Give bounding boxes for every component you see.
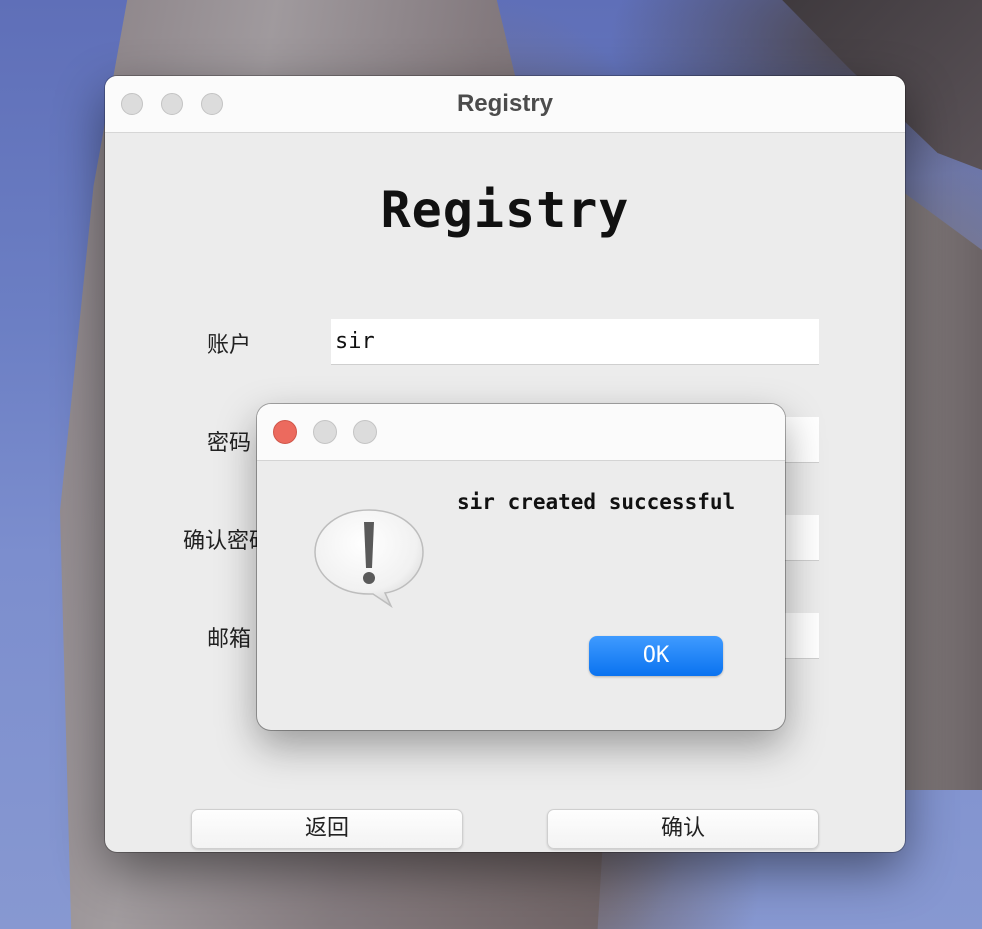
account-label: 账户 [207,333,252,358]
zoom-dialog-button [353,420,377,444]
page-title: Registry [380,181,630,239]
email-label: 邮箱 [207,627,252,652]
window-title: Registry [456,90,554,117]
dialog-titlebar[interactable] [257,404,785,461]
dialog-message: sir created successful [457,490,736,514]
account-input[interactable] [331,319,819,365]
window-titlebar[interactable]: Registry [105,76,905,133]
alert-dialog: sir created successful OK [257,404,785,730]
confirm-button[interactable]: 确认 [547,809,819,849]
back-button[interactable]: 返回 [191,809,463,849]
caution-icon [314,509,424,609]
password-label: 密码 [207,431,252,456]
minimize-dialog-button [313,420,337,444]
close-dialog-button[interactable] [273,420,297,444]
ok-button[interactable]: OK [589,636,723,676]
